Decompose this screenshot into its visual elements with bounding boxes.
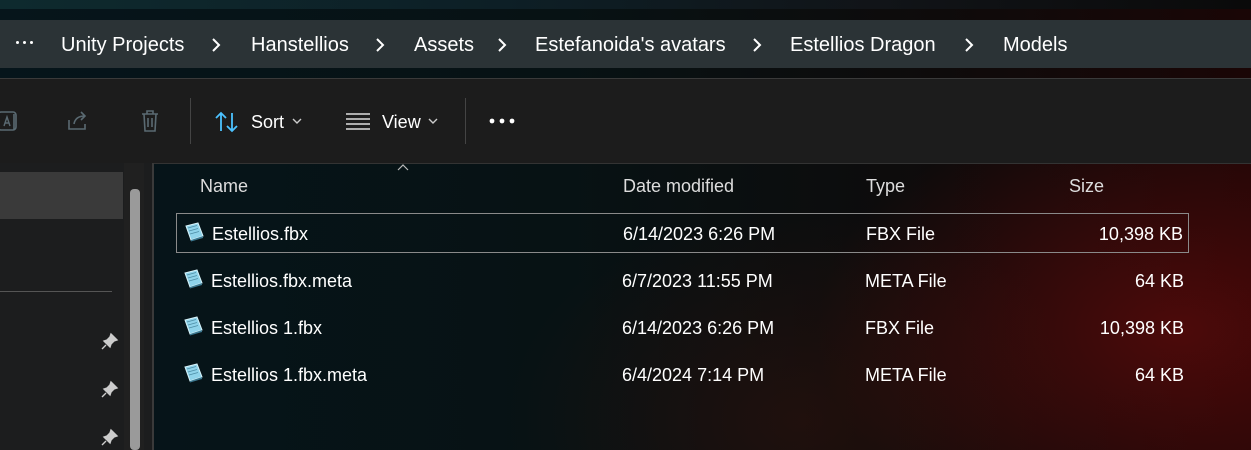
file-date: 6/14/2023 6:26 PM [622,318,775,338]
chevron-right-icon[interactable] [750,35,764,55]
column-header-type[interactable]: Type [866,175,905,197]
more-options-icon[interactable] [488,117,516,125]
fbx-file-icon [185,222,204,242]
window-top-strip [0,0,1251,9]
sort-icon[interactable] [214,109,240,135]
breadcrumb-hanstellios[interactable]: Hanstellios [251,33,349,57]
file-type: FBX File [865,318,935,338]
breadcrumb-assets[interactable]: Assets [414,33,474,57]
pin-icon[interactable] [101,428,119,446]
file-date: 6/14/2023 6:26 PM [623,224,776,244]
chevron-right-icon[interactable] [962,35,976,55]
file-size: 64 KB [1134,365,1184,385]
file-type: META File [865,271,947,291]
file-row[interactable]: Estellios.fbx 6/14/2023 6:26 PM FBX File… [176,213,1189,253]
share-icon[interactable] [65,108,91,134]
file-date: 6/4/2024 7:14 PM [622,365,765,385]
chevron-right-icon[interactable] [495,35,509,55]
toolbar-separator [465,98,466,144]
file-name: Estellios.fbx.meta [211,271,353,291]
more-breadcrumbs-icon[interactable] [15,35,35,51]
file-row[interactable]: Estellios 1.fbx.meta 6/4/2024 7:14 PM ME… [176,355,1189,395]
chevron-down-icon[interactable] [292,117,302,125]
column-header-date[interactable]: Date modified [623,175,734,197]
view-button[interactable]: View [382,111,421,133]
column-header-name[interactable]: Name [200,175,248,197]
chevron-right-icon[interactable] [373,35,387,55]
file-row[interactable]: Estellios.fbx.meta 6/7/2023 11:55 PM MET… [176,261,1189,301]
pin-icon[interactable] [101,332,119,350]
pin-icon[interactable] [101,380,119,398]
file-name: Estellios.fbx [212,224,309,244]
file-row[interactable]: Estellios 1.fbx 6/14/2023 6:26 PM FBX Fi… [176,308,1189,348]
file-name: Estellios 1.fbx [211,318,323,338]
fbx-file-icon [184,316,203,336]
sort-ascending-icon [397,164,409,171]
file-type: FBX File [866,224,936,244]
toolbar-separator [190,98,191,144]
view-icon[interactable] [345,111,371,131]
breadcrumb-avatars[interactable]: Estefanoida's avatars [535,33,726,57]
breadcrumb-unity-projects[interactable]: Unity Projects [61,33,184,57]
breadcrumb-estellios-dragon[interactable]: Estellios Dragon [790,33,936,57]
pane-divider[interactable] [152,163,154,450]
file-size: 10,398 KB [1099,318,1184,338]
nav-item-selected[interactable] [0,172,123,219]
rename-icon[interactable] [0,108,22,134]
chevron-down-icon[interactable] [428,117,438,125]
nav-scrollbar-thumb[interactable] [130,189,140,450]
delete-icon[interactable] [137,108,163,134]
sort-button[interactable]: Sort [251,111,284,133]
file-name: Estellios 1.fbx.meta [211,365,368,385]
file-size: 10,398 KB [1098,224,1183,244]
meta-file-icon [184,363,203,383]
file-date: 6/7/2023 11:55 PM [622,271,773,291]
meta-file-icon [184,269,203,289]
file-size: 64 KB [1134,271,1184,291]
command-bar [0,78,1251,164]
chevron-right-icon[interactable] [209,35,223,55]
breadcrumb-models[interactable]: Models [1003,33,1067,57]
column-header-size[interactable]: Size [1069,175,1104,197]
nav-divider [0,291,112,292]
file-type: META File [865,365,947,385]
